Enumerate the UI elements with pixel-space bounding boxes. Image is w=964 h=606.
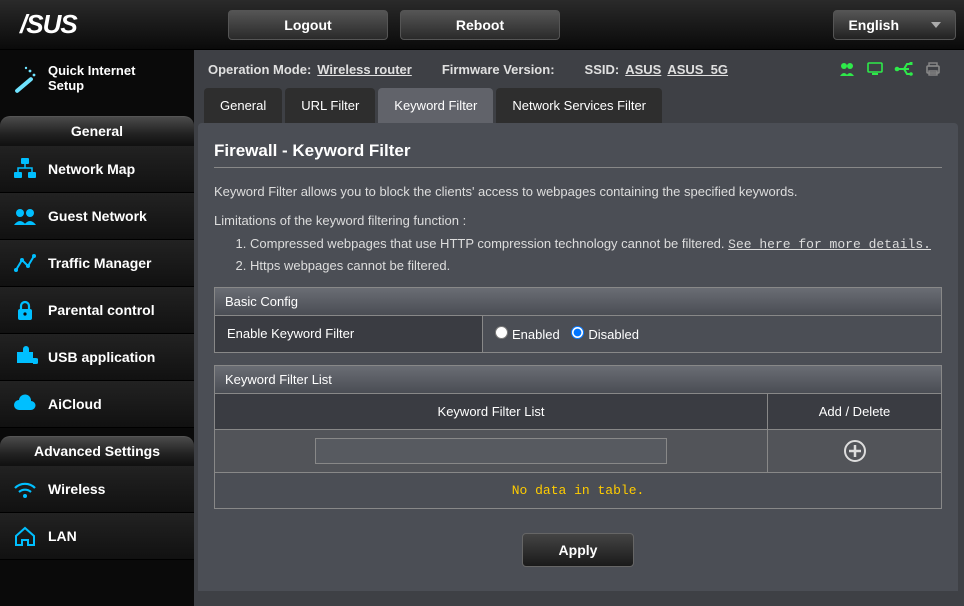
limitation-1: Compressed webpages that use HTTP compre… [250, 236, 942, 252]
disabled-radio-label[interactable]: Disabled [571, 326, 639, 342]
ssid-label: SSID: [585, 62, 620, 77]
quick-internet-setup-button[interactable]: Quick Internet Setup [0, 56, 194, 108]
divider [214, 167, 942, 168]
tab-url-filter[interactable]: URL Filter [285, 88, 375, 123]
nav-label: LAN [48, 528, 77, 544]
enabled-radio-label[interactable]: Enabled [495, 326, 560, 342]
usb-status-icon[interactable] [894, 60, 914, 78]
page-description: Keyword Filter allows you to block the c… [214, 184, 942, 199]
limitation-2: Https webpages cannot be filtered. [250, 258, 942, 273]
nav-section-advanced: Advanced Settings [0, 436, 194, 466]
logout-button[interactable]: Logout [228, 10, 388, 40]
enabled-radio[interactable] [495, 326, 508, 339]
reboot-button[interactable]: Reboot [400, 10, 560, 40]
nav-section-general: General [0, 116, 194, 146]
brand-logo: /SUS [8, 9, 188, 40]
column-keyword: Keyword Filter List [215, 394, 768, 429]
language-label: English [848, 17, 899, 33]
ssid-2g-link[interactable]: ASUS [625, 62, 661, 77]
sidebar-item-parental-control[interactable]: Parental control [0, 287, 194, 334]
network-map-icon [12, 156, 38, 182]
guest-network-icon [12, 203, 38, 229]
see-here-link[interactable]: See here for more details. [728, 237, 931, 252]
sidebar-item-aicloud[interactable]: AiCloud [0, 381, 194, 428]
status-bar: Operation Mode: Wireless router Firmware… [198, 54, 958, 88]
tab-keyword-filter[interactable]: Keyword Filter [378, 88, 493, 123]
basic-config-box: Basic Config Enable Keyword Filter Enabl… [214, 287, 942, 353]
magic-wand-icon [10, 65, 38, 93]
opmode-value-link[interactable]: Wireless router [317, 62, 412, 77]
tab-bar: General URL Filter Keyword Filter Networ… [198, 88, 958, 123]
language-dropdown[interactable]: English [833, 10, 956, 40]
sidebar-item-network-map[interactable]: Network Map [0, 146, 194, 193]
wireless-icon [12, 476, 38, 502]
table-input-row [215, 429, 941, 472]
chevron-down-icon [931, 22, 941, 28]
nav-label: Wireless [48, 481, 105, 497]
qis-label: Quick Internet Setup [48, 64, 135, 94]
content-panel: Firewall - Keyword Filter Keyword Filter… [198, 123, 958, 591]
sidebar-item-lan[interactable]: LAN [0, 513, 194, 560]
limitations-label: Limitations of the keyword filtering fun… [214, 213, 942, 228]
printer-status-icon[interactable] [924, 60, 942, 78]
opmode-label: Operation Mode: [208, 62, 311, 77]
main-content: Operation Mode: Wireless router Firmware… [194, 50, 964, 606]
sidebar-item-usb-application[interactable]: USB application [0, 334, 194, 381]
table-header: Keyword Filter List Add / Delete [215, 394, 941, 429]
nav-label: AiCloud [48, 396, 102, 412]
sidebar-item-traffic-manager[interactable]: Traffic Manager [0, 240, 194, 287]
basic-config-header: Basic Config [215, 288, 941, 316]
users-status-icon[interactable] [838, 60, 856, 78]
column-add-delete: Add / Delete [768, 394, 941, 429]
nav-label: Traffic Manager [48, 255, 151, 271]
add-button[interactable] [842, 438, 868, 464]
top-bar: /SUS Logout Reboot English [0, 0, 964, 50]
puzzle-icon [12, 344, 38, 370]
cloud-icon [12, 391, 38, 417]
enable-keyword-filter-label: Enable Keyword Filter [215, 316, 483, 352]
nav-label: USB application [48, 349, 155, 365]
sidebar-item-guest-network[interactable]: Guest Network [0, 193, 194, 240]
tab-network-services-filter[interactable]: Network Services Filter [496, 88, 662, 123]
limitation-1-text: Compressed webpages that use HTTP compre… [250, 236, 728, 251]
keyword-input[interactable] [315, 438, 667, 464]
sidebar: Quick Internet Setup General Network Map… [0, 50, 194, 606]
nav-label: Parental control [48, 302, 155, 318]
limitations-list: Compressed webpages that use HTTP compre… [250, 236, 942, 273]
keyword-filter-list-header: Keyword Filter List [215, 366, 941, 394]
sidebar-item-wireless[interactable]: Wireless [0, 466, 194, 513]
ssid-5g-link[interactable]: ASUS_5G [667, 62, 728, 77]
plus-circle-icon [843, 439, 867, 463]
firmware-label: Firmware Version: [442, 62, 555, 77]
keyword-filter-list-box: Keyword Filter List Keyword Filter List … [214, 365, 942, 509]
lock-icon [12, 297, 38, 323]
disabled-radio[interactable] [571, 326, 584, 339]
page-title: Firewall - Keyword Filter [214, 141, 942, 161]
no-data-message: No data in table. [215, 472, 941, 508]
apply-button[interactable]: Apply [522, 533, 635, 567]
monitor-status-icon[interactable] [866, 60, 884, 78]
traffic-manager-icon [12, 250, 38, 276]
nav-label: Guest Network [48, 208, 147, 224]
nav-label: Network Map [48, 161, 135, 177]
tab-general[interactable]: General [204, 88, 282, 123]
home-icon [12, 523, 38, 549]
